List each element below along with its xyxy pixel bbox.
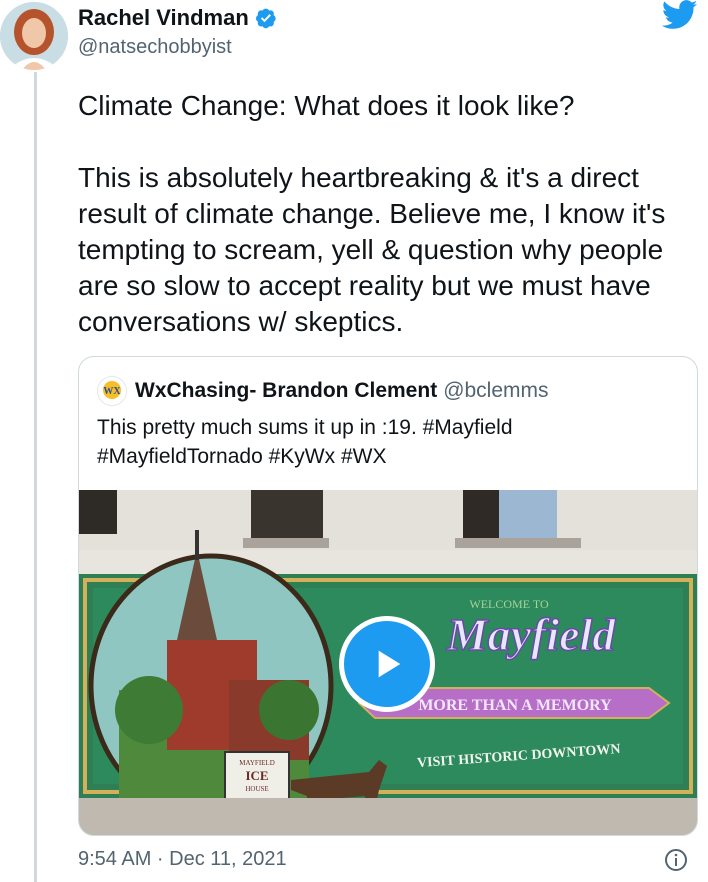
quoted-avatar[interactable]: WX — [97, 376, 127, 406]
cart-label-top: MAYFIELD — [239, 759, 275, 767]
sign-banner: MORE THAN A MEMORY — [418, 697, 612, 714]
thread-line — [34, 72, 37, 882]
quoted-handle[interactable]: @bclemms — [443, 379, 548, 403]
author-name-row[interactable]: Rachel Vindman — [78, 4, 277, 32]
tweet-text: Climate Change: What does it look like? … — [78, 90, 666, 337]
quoted-text: This pretty much sums it up in :19. #May… — [97, 416, 513, 468]
author-name[interactable]: Rachel Vindman — [78, 4, 249, 32]
verified-badge-icon — [255, 8, 276, 29]
quoted-logo-text: WX — [103, 386, 121, 397]
tweet-timestamp[interactable]: 9:54 AM · Dec 11, 2021 — [78, 848, 287, 871]
author-block: Rachel Vindman @natsechobbyist — [78, 4, 277, 60]
quoted-header: WX WxChasing- Brandon Clement @bclemms — [97, 376, 549, 406]
author-handle[interactable]: @natsechobbyist — [78, 34, 277, 60]
play-icon — [378, 650, 401, 678]
sign-title: Mayfield — [446, 609, 617, 660]
cart-label-main: ICE — [245, 768, 268, 783]
twitter-bird-icon[interactable] — [662, 0, 698, 30]
quoted-name[interactable]: WxChasing- Brandon Clement — [135, 379, 437, 403]
avatar[interactable] — [0, 2, 68, 70]
play-button[interactable] — [339, 616, 435, 712]
info-icon[interactable] — [664, 848, 688, 872]
video-thumbnail[interactable]: MAYFIELD ICE HOUSE WELCOME TO Mayfield M… — [79, 490, 697, 835]
quoted-tweet[interactable]: WX WxChasing- Brandon Clement @bclemms T… — [78, 356, 698, 836]
cart-label-bottom: HOUSE — [245, 785, 268, 793]
